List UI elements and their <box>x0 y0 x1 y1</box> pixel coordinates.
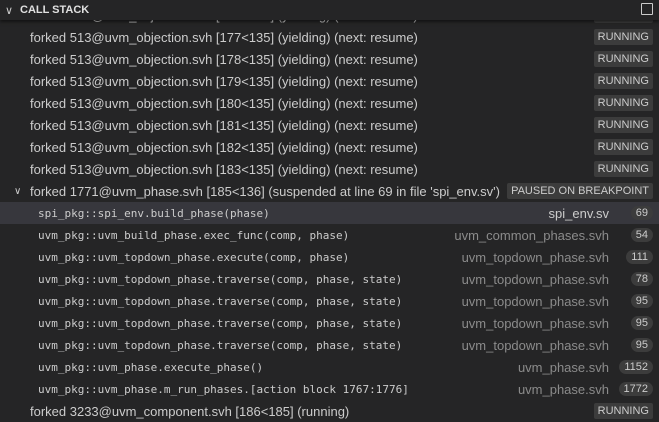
frame-function: uvm_pkg::uvm_topdown_phase.traverse(comp… <box>38 272 403 286</box>
stack-frame[interactable]: uvm_pkg::uvm_build_phase.exec_func(comp,… <box>0 224 659 246</box>
stack-frame[interactable]: uvm_pkg::uvm_topdown_phase.traverse(comp… <box>0 334 659 356</box>
status-badge: RUNNING <box>593 117 653 133</box>
frame-line-badge: 95 <box>630 294 653 308</box>
thread-item[interactable]: forked 513@uvm_objection.svh [177<135] (… <box>0 26 659 48</box>
chevron-down-icon[interactable]: ∨ <box>14 186 21 197</box>
thread-label: forked 513@uvm_objection.svh [182<135] (… <box>30 139 418 155</box>
frame-line-badge: 1772 <box>618 382 653 396</box>
thread-label: forked 513@uvm_objection.svh [178<135] (… <box>30 51 418 67</box>
frame-file: uvm_topdown_phase.svh <box>461 315 609 331</box>
thread-item[interactable]: forked 513@uvm_objection.svh [180<135] (… <box>0 92 659 114</box>
thread-label: forked 3233@uvm_component.svh [186<185] … <box>30 403 350 419</box>
frame-file: uvm_topdown_phase.svh <box>461 249 609 265</box>
frame-function: uvm_pkg::uvm_topdown_phase.traverse(comp… <box>38 316 403 330</box>
collapse-all-icon[interactable] <box>641 3 653 15</box>
status-badge: RUNNING <box>593 73 653 89</box>
stack-frame[interactable]: uvm_pkg::uvm_phase.execute_phase() uvm_ph… <box>0 356 659 378</box>
thread-label: forked 513@uvm_objection.svh [183<135] (… <box>30 161 418 177</box>
frame-function: uvm_pkg::uvm_topdown_phase.traverse(comp… <box>38 294 403 308</box>
frame-line-badge: 111 <box>626 250 653 264</box>
frame-line-badge: 69 <box>630 206 653 220</box>
thread-item[interactable]: forked 3233@uvm_component.svh [186<185] … <box>0 400 659 422</box>
frame-file: uvm_topdown_phase.svh <box>461 337 609 353</box>
thread-item[interactable]: ∨ forked 1771@uvm_phase.svh [185<136] (su… <box>0 180 659 202</box>
status-badge: RUNNING <box>593 29 653 45</box>
frame-line-badge: 95 <box>630 316 653 330</box>
frame-function: spi_pkg::spi_env.build_phase(phase) <box>38 206 270 220</box>
frame-file: uvm_phase.svh <box>517 381 609 397</box>
thread-item[interactable]: forked 513@uvm_objection.svh [181<135] (… <box>0 114 659 136</box>
thread-item[interactable]: forked 513@uvm_objection.svh [182<135] (… <box>0 136 659 158</box>
thread-item[interactable]: forked 513@uvm_objection.svh [178<135] (… <box>0 48 659 70</box>
frame-line-badge: 78 <box>630 272 653 286</box>
stack-frame[interactable]: uvm_pkg::uvm_phase.m_run_phases.[action … <box>0 378 659 400</box>
thread-item[interactable]: forked 513@uvm_objection.svh [179<135] (… <box>0 70 659 92</box>
status-badge: RUNNING <box>593 139 653 155</box>
stack-frame[interactable]: uvm_pkg::uvm_topdown_phase.execute(comp,… <box>0 246 659 268</box>
status-badge: RUNNING <box>593 95 653 111</box>
section-title: CALL STACK <box>20 4 90 16</box>
frame-file: uvm_topdown_phase.svh <box>461 271 609 287</box>
frame-line-badge: 54 <box>630 228 653 242</box>
frame-line-badge: 95 <box>630 338 653 352</box>
thread-label: forked 513@uvm_objection.svh [181<135] (… <box>30 117 418 133</box>
thread-label: forked 1771@uvm_phase.svh [185<136] (sus… <box>30 183 500 199</box>
call-stack-list: forked 513@uvm_objection.svh [176<135] (… <box>0 4 659 422</box>
frame-line-badge: 1152 <box>619 360 653 374</box>
stack-frame[interactable]: uvm_pkg::uvm_topdown_phase.traverse(comp… <box>0 268 659 290</box>
thread-label: forked 513@uvm_objection.svh [177<135] (… <box>30 29 418 45</box>
frame-function: uvm_pkg::uvm_phase.execute_phase() <box>38 360 264 374</box>
frame-function: uvm_pkg::uvm_topdown_phase.execute(comp,… <box>38 250 350 264</box>
call-stack-header[interactable]: ∨ CALL STACK <box>0 0 659 20</box>
status-badge: RUNNING <box>593 403 653 419</box>
frame-file: uvm_topdown_phase.svh <box>461 293 609 309</box>
thread-item[interactable]: forked 513@uvm_objection.svh [183<135] (… <box>0 158 659 180</box>
frame-function: uvm_pkg::uvm_topdown_phase.traverse(comp… <box>38 338 403 352</box>
status-badge: RUNNING <box>593 51 653 67</box>
frame-file: spi_env.sv <box>548 205 609 221</box>
stack-frame[interactable]: spi_pkg::spi_env.build_phase(phase) spi_e… <box>0 202 659 224</box>
status-badge: RUNNING <box>593 161 653 177</box>
stack-frame[interactable]: uvm_pkg::uvm_topdown_phase.traverse(comp… <box>0 312 659 334</box>
thread-label: forked 513@uvm_objection.svh [179<135] (… <box>30 73 418 89</box>
chevron-down-icon[interactable]: ∨ <box>5 4 15 17</box>
frame-function: uvm_pkg::uvm_phase.m_run_phases.[action … <box>38 382 409 396</box>
status-badge: PAUSED ON BREAKPOINT <box>507 183 653 199</box>
frame-function: uvm_pkg::uvm_build_phase.exec_func(comp,… <box>38 228 350 242</box>
thread-label: forked 513@uvm_objection.svh [180<135] (… <box>30 95 418 111</box>
frame-file: uvm_common_phases.svh <box>454 227 609 243</box>
stack-frame[interactable]: uvm_pkg::uvm_topdown_phase.traverse(comp… <box>0 290 659 312</box>
frame-file: uvm_phase.svh <box>517 359 609 375</box>
